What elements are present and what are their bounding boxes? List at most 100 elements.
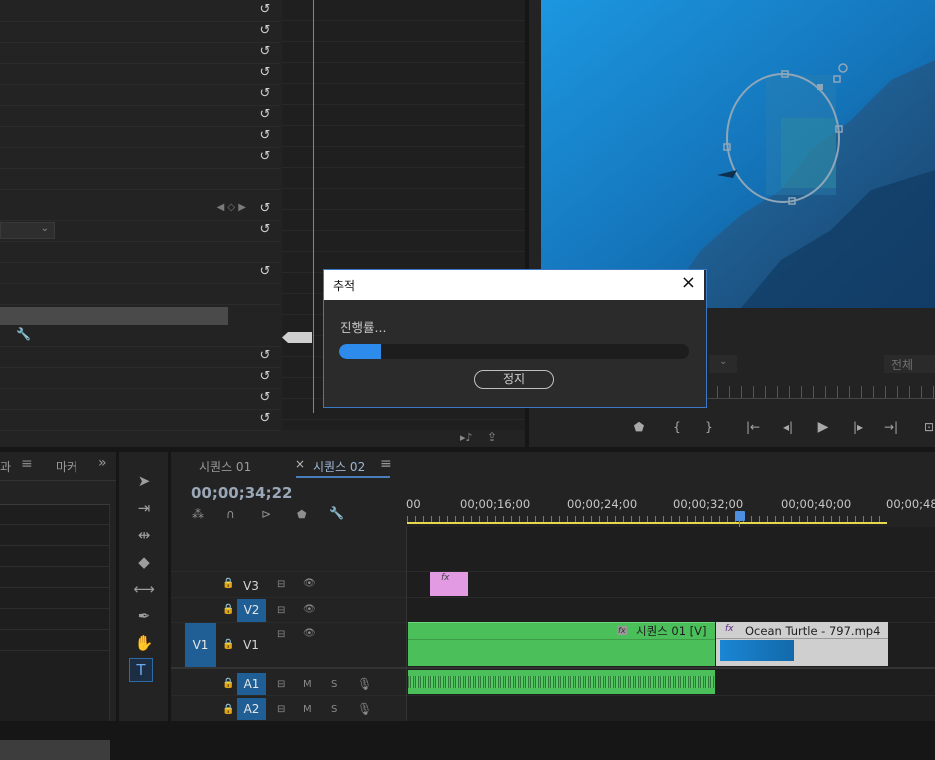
more-panels-icon[interactable]: » (98, 455, 107, 471)
mic-icon[interactable]: 🎙 (357, 702, 372, 716)
track-label-v3[interactable]: V3 (240, 575, 262, 597)
list-item-selected[interactable] (0, 740, 110, 760)
property-row (0, 168, 280, 190)
solo-button[interactable]: S (331, 679, 337, 690)
reset-icon[interactable]: ↺ (258, 370, 272, 384)
go-to-out-button[interactable]: →| (881, 418, 901, 436)
add-marker-button[interactable]: ⬟ (629, 418, 649, 436)
lock-icon[interactable]: 🔒 (222, 578, 234, 589)
eye-icon[interactable]: 👁 (303, 604, 316, 615)
sync-lock-icon[interactable]: ⊟ (277, 605, 285, 616)
reset-icon[interactable]: ↺ (258, 202, 272, 216)
close-icon[interactable]: × (681, 274, 696, 292)
pen-tool-icon[interactable]: ✒ (133, 605, 155, 627)
menu-icon[interactable]: ≡ (21, 456, 33, 472)
wrench-icon[interactable]: 🔧 (16, 327, 31, 341)
lift-button[interactable]: ⊡ (919, 418, 935, 436)
tab-sequence-01[interactable]: 시퀀스 01 (199, 458, 251, 475)
mark-in-button[interactable]: { (667, 418, 687, 436)
timeline-settings-icon[interactable]: 🔧 (329, 506, 344, 520)
track-select-tool-icon[interactable]: ⇥ (133, 497, 155, 519)
tab-sequence-02[interactable]: 시퀀스 02 (313, 458, 365, 475)
tab-project-partial[interactable]: 과 (0, 458, 11, 475)
selection-tool-icon[interactable]: ➤ (133, 470, 155, 492)
sync-lock-icon[interactable]: ⊟ (277, 704, 285, 715)
reset-icon[interactable]: ↺ (258, 45, 272, 59)
property-row: ◀ ◇ ▶ ↺ (0, 199, 280, 221)
hand-tool-icon[interactable]: ✋ (133, 632, 155, 654)
play-button[interactable]: ▶ (813, 418, 833, 436)
eye-icon[interactable]: 👁 (303, 628, 316, 639)
property-row: ↺ (0, 367, 280, 389)
ripple-edit-tool-icon[interactable]: ⇹ (133, 524, 155, 546)
list-item[interactable] (0, 566, 110, 567)
reset-icon[interactable]: ↺ (258, 391, 272, 405)
list-item[interactable] (0, 650, 110, 651)
linked-selection-icon[interactable]: ∩ (226, 507, 235, 521)
zoom-dropdown[interactable]: ⌄ (709, 355, 737, 373)
reset-icon[interactable]: ↺ (258, 3, 272, 17)
reset-icon[interactable]: ↺ (258, 349, 272, 363)
slip-tool-icon[interactable]: ⟷ (133, 578, 155, 600)
step-back-button[interactable]: ◂| (778, 418, 798, 436)
step-forward-button[interactable]: |▸ (848, 418, 868, 436)
lock-icon[interactable]: 🔒 (222, 604, 234, 615)
lock-icon[interactable]: 🔒 (222, 639, 234, 650)
sync-lock-icon[interactable]: ⊟ (277, 629, 285, 640)
lock-icon[interactable]: 🔒 (222, 704, 234, 715)
go-to-in-button[interactable]: |← (743, 418, 763, 436)
track-label-v1[interactable]: V1 (240, 634, 262, 656)
reset-icon[interactable]: ↺ (258, 412, 272, 426)
list-item[interactable] (0, 629, 110, 630)
solo-button[interactable]: S (331, 704, 337, 715)
tab-close-icon[interactable]: × (295, 457, 305, 471)
track-label-a2[interactable]: A2 (237, 698, 266, 720)
selected-bar (0, 307, 228, 325)
dropdown[interactable]: ⌄ (0, 222, 55, 239)
audio-clip-a1[interactable] (408, 670, 715, 694)
mic-icon[interactable]: 🎙 (357, 677, 372, 691)
mark-out-button[interactable]: } (699, 418, 719, 436)
track-label-v2[interactable]: V2 (237, 599, 266, 622)
razor-tool-icon[interactable]: ◆ (133, 551, 155, 573)
turtle-clip-v1[interactable]: fx Ocean Turtle - 797.mp4 (716, 622, 888, 666)
tab-menu-icon[interactable]: ≡ (380, 456, 392, 472)
tab-markers-partial[interactable]: 마커 (56, 458, 76, 475)
reset-icon[interactable]: ↺ (258, 24, 272, 38)
add-marker-icon[interactable]: ⬟ (297, 508, 307, 521)
playhead-handle[interactable] (735, 511, 745, 521)
list-item[interactable] (0, 608, 110, 609)
track-divider (171, 695, 935, 696)
eye-icon[interactable]: 👁 (303, 578, 316, 589)
list-item[interactable] (0, 545, 110, 546)
source-patch-v1[interactable]: V1 (185, 623, 216, 667)
type-tool-icon[interactable]: T (129, 658, 153, 682)
insert-icon[interactable]: ⊳ (261, 507, 271, 521)
reset-icon[interactable]: ↺ (258, 265, 272, 279)
reset-icon[interactable]: ↺ (258, 87, 272, 101)
reset-icon[interactable]: ↺ (258, 150, 272, 164)
project-panel: 과 ≡ 마커 » (0, 452, 116, 760)
reset-icon[interactable]: ↺ (258, 223, 272, 237)
reset-icon[interactable]: ↺ (258, 129, 272, 143)
play-audio-icon[interactable]: ▸♪ (460, 431, 473, 444)
sync-lock-icon[interactable]: ⊟ (277, 679, 285, 690)
reset-icon[interactable]: ↺ (258, 108, 272, 122)
snap-icon[interactable]: ⁂ (192, 507, 204, 521)
reset-icon[interactable]: ↺ (258, 66, 272, 80)
timecode-display[interactable]: 00;00;34;22 (191, 484, 293, 502)
sync-lock-icon[interactable]: ⊟ (277, 579, 285, 590)
track-label-a1[interactable]: A1 (237, 673, 266, 695)
keyframe-nav[interactable]: ◀ ◇ ▶ (217, 202, 246, 213)
stop-button[interactable]: 정지 (474, 370, 554, 389)
adjustment-clip-v3[interactable]: fx (430, 572, 468, 596)
sequence-clip-v1[interactable]: fx 시퀀스 01 [V] (408, 622, 715, 666)
export-icon[interactable]: ⇪ (487, 430, 497, 444)
mute-button[interactable]: M (303, 679, 312, 690)
mute-button[interactable]: M (303, 704, 312, 715)
list-item[interactable] (0, 587, 110, 588)
fit-dropdown[interactable]: 전체 (884, 355, 935, 373)
work-area-bar[interactable] (407, 522, 887, 524)
list-item[interactable] (0, 524, 110, 525)
lock-icon[interactable]: 🔒 (222, 678, 234, 689)
